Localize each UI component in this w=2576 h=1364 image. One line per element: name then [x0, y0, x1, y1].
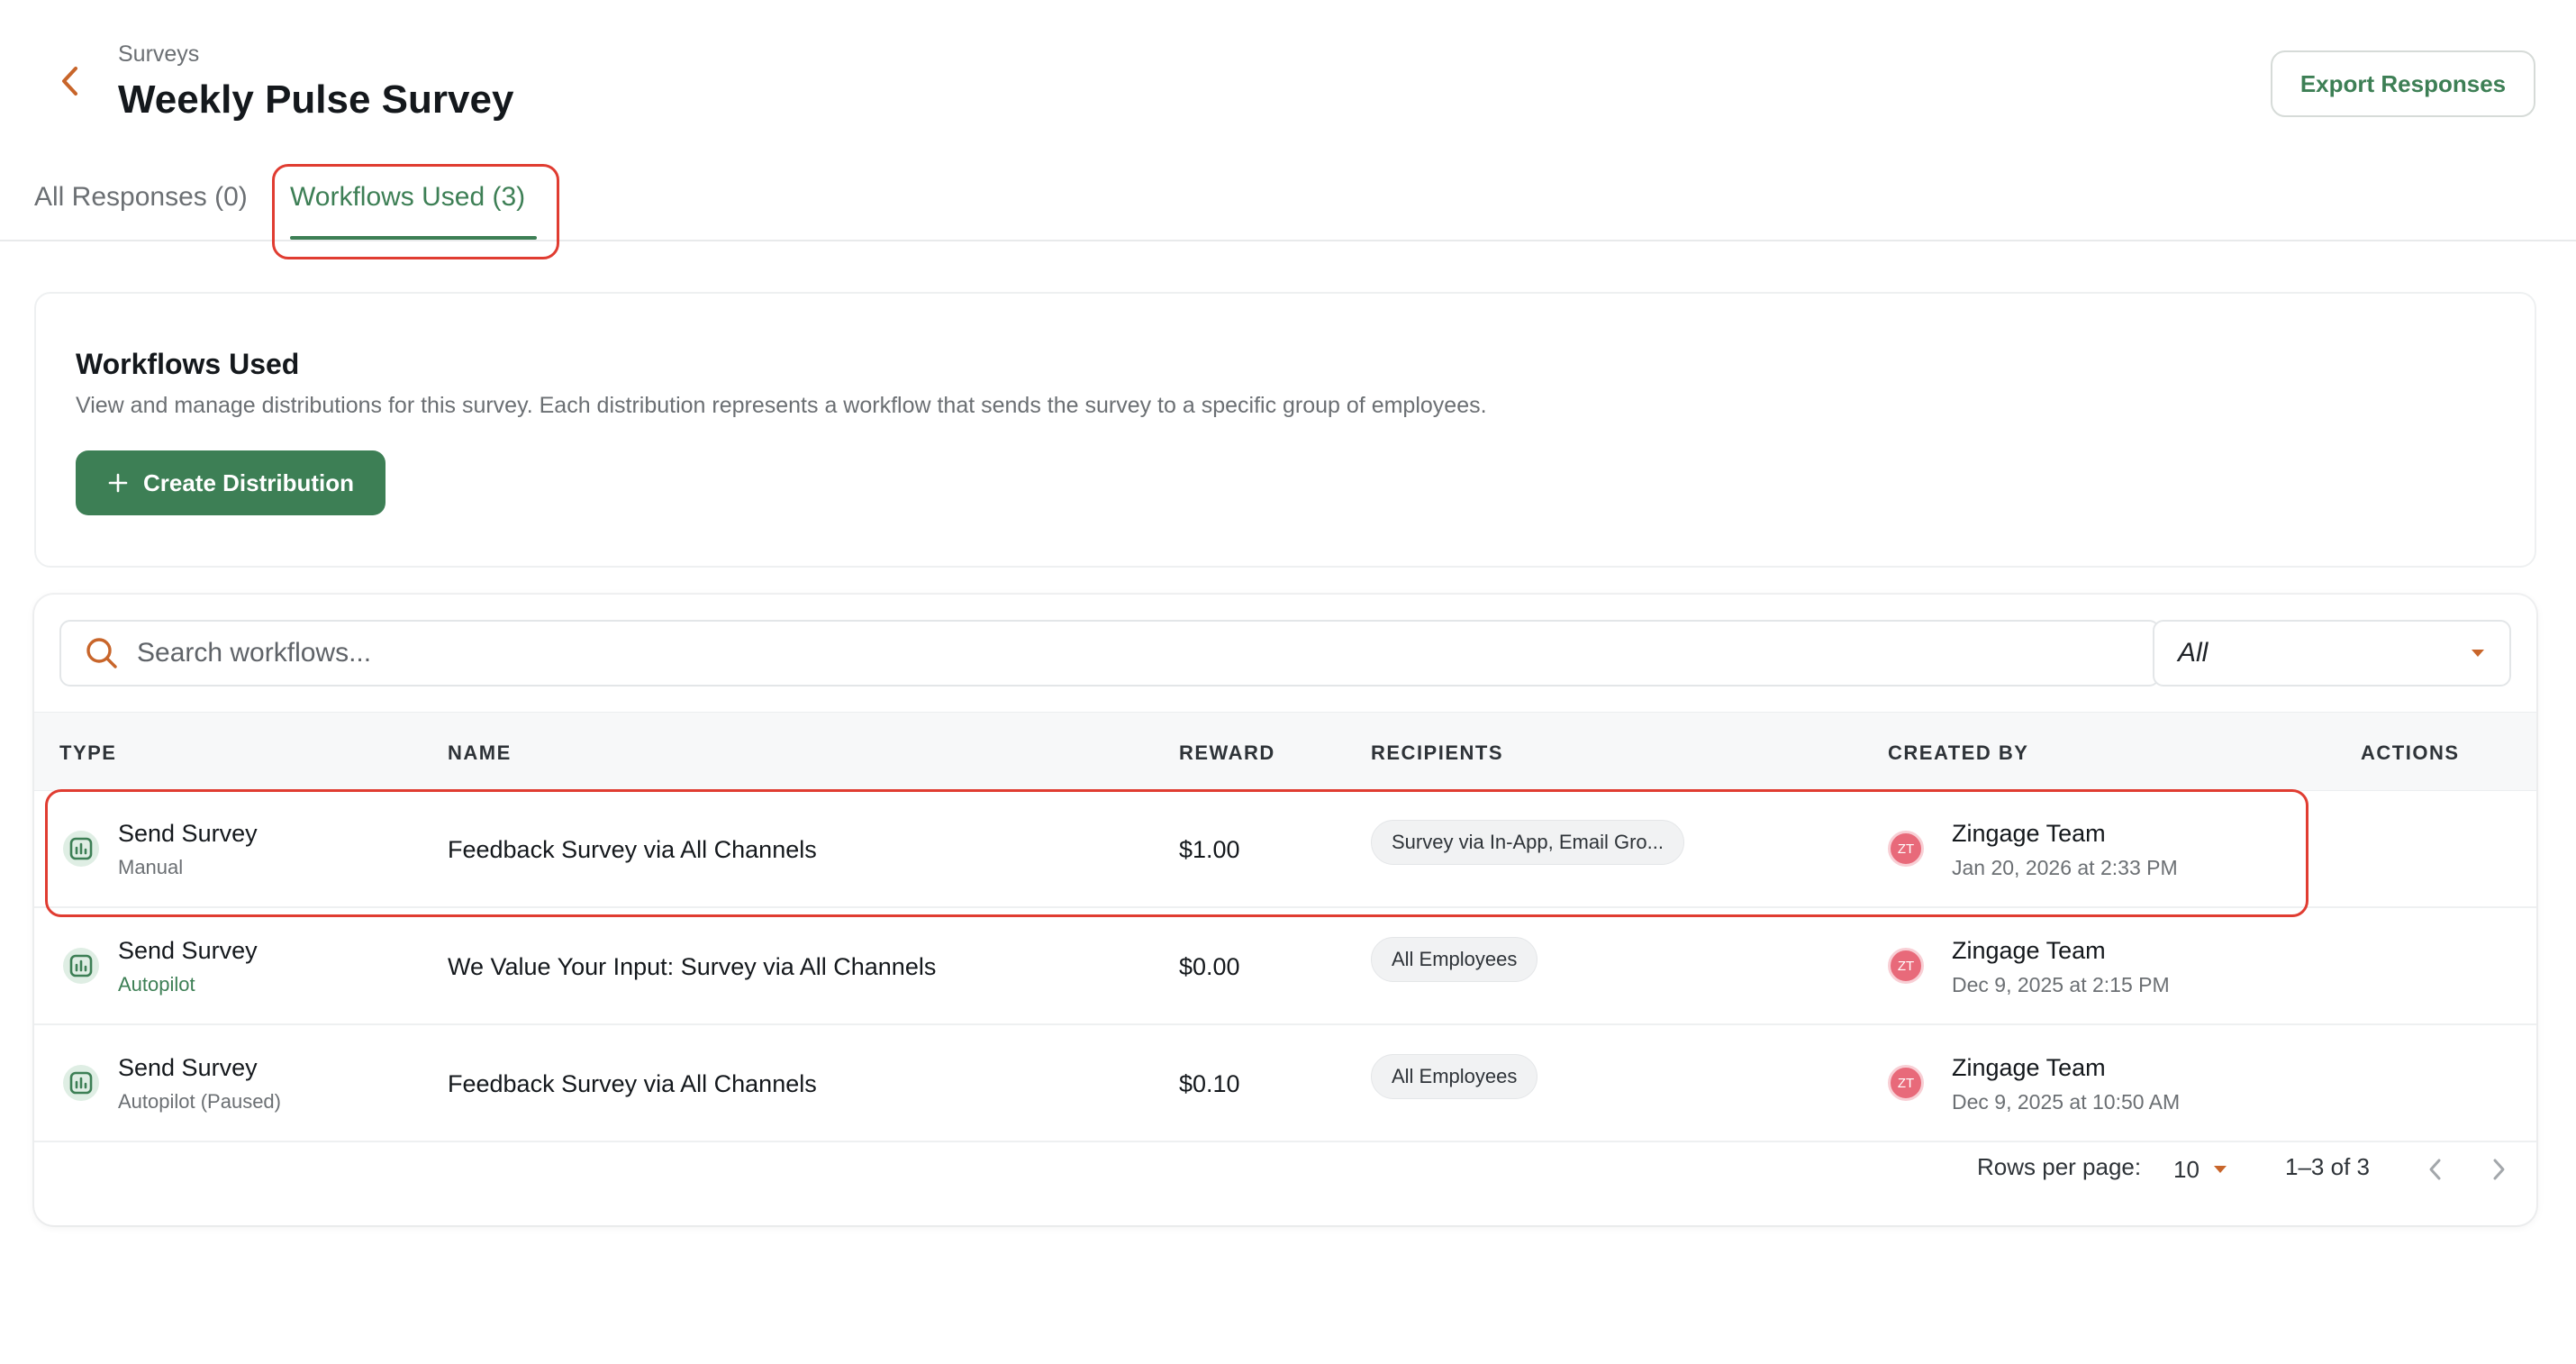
tab-workflows-used[interactable]: Workflows Used (3) [290, 182, 525, 213]
chart-icon [63, 831, 99, 867]
row-mode: Autopilot [118, 973, 195, 996]
recipients-chip: All Employees [1371, 1054, 1538, 1099]
create-distribution-label: Create Distribution [142, 468, 355, 496]
page-range: 1–3 of 3 [2285, 1153, 2370, 1180]
rows-per-page-value: 10 [2173, 1155, 2200, 1183]
page-header: Surveys Weekly Pulse Survey Export Respo… [0, 0, 2576, 162]
search-input[interactable] [137, 638, 2158, 668]
table-row[interactable]: Send Survey Manual Feedback Survey via A… [34, 791, 2536, 908]
card-title: Workflows Used [76, 348, 300, 380]
row-name[interactable]: Feedback Survey via All Channels [448, 836, 817, 864]
row-type: Send Survey [118, 937, 258, 964]
avatar: ZT [1888, 1065, 1924, 1101]
table-row[interactable]: Send Survey Autopilot (Paused) Feedback … [34, 1025, 2536, 1142]
page-title: Weekly Pulse Survey [118, 77, 514, 122]
row-type: Send Survey [118, 820, 258, 847]
row-reward: $0.10 [1179, 1070, 1240, 1097]
search-box[interactable] [59, 620, 2160, 687]
row-type: Send Survey [118, 1054, 258, 1081]
column-header-recipients[interactable]: RECIPIENTS [1371, 741, 1503, 765]
create-distribution-button[interactable]: Create Distribution [76, 450, 385, 515]
rows-per-page-label: Rows per page: [1977, 1153, 2142, 1180]
chevron-right-icon [2493, 1159, 2505, 1180]
next-page-button[interactable] [2479, 1150, 2518, 1189]
filter-select[interactable]: All [2153, 620, 2511, 687]
column-header-type[interactable]: TYPE [59, 741, 116, 765]
row-reward: $0.00 [1179, 953, 1240, 980]
recipients-chip: All Employees [1371, 937, 1538, 982]
export-responses-button[interactable]: Export Responses [2271, 50, 2535, 117]
filter-value: All [2178, 638, 2209, 668]
table-header: TYPE NAME REWARD RECIPIENTS CREATED BY A… [34, 712, 2536, 791]
chart-icon [63, 948, 99, 984]
plus-icon [108, 473, 128, 493]
card-description: View and manage distributions for this s… [76, 393, 1487, 418]
prev-page-button[interactable] [2416, 1150, 2455, 1189]
active-tab-indicator [290, 236, 537, 240]
row-created-date: Jan 20, 2026 at 2:33 PM [1952, 856, 2178, 879]
workflows-table-card: All TYPE NAME REWARD RECIPIENTS CREATED … [34, 595, 2536, 1225]
column-header-name[interactable]: NAME [448, 741, 512, 765]
avatar: ZT [1888, 948, 1924, 984]
row-creator: Zingage Team [1952, 1054, 2106, 1081]
recipients-chip: Survey via In-App, Email Gro... [1371, 820, 1684, 865]
row-mode: Autopilot (Paused) [118, 1090, 281, 1113]
pagination: Rows per page: 10 1–3 of 3 [34, 1142, 2536, 1196]
chevron-left-icon [2429, 1159, 2441, 1180]
row-name[interactable]: Feedback Survey via All Channels [448, 1070, 817, 1098]
row-created-date: Dec 9, 2025 at 10:50 AM [1952, 1090, 2181, 1114]
tab-bar: All Responses (0) Workflows Used (3) [0, 162, 2576, 241]
search-icon [86, 638, 117, 668]
row-reward: $1.00 [1179, 836, 1240, 863]
row-mode: Manual [118, 856, 184, 878]
back-button[interactable] [52, 63, 88, 99]
row-created-date: Dec 9, 2025 at 2:15 PM [1952, 973, 2170, 996]
chevron-left-icon [62, 67, 77, 95]
workflows-card: Workflows Used View and manage distribut… [34, 292, 2536, 568]
column-header-reward[interactable]: REWARD [1179, 741, 1275, 765]
rows-per-page-select[interactable]: 10 [2173, 1148, 2228, 1191]
avatar: ZT [1888, 831, 1924, 867]
chart-icon [63, 1065, 99, 1101]
row-name[interactable]: We Value Your Input: Survey via All Chan… [448, 953, 936, 981]
caret-down-icon [2472, 650, 2484, 657]
column-header-created-by[interactable]: CREATED BY [1888, 741, 2028, 765]
row-creator: Zingage Team [1952, 937, 2106, 964]
tab-all-responses[interactable]: All Responses (0) [34, 182, 248, 213]
table-row[interactable]: Send Survey Autopilot We Value Your Inpu… [34, 908, 2536, 1025]
caret-down-icon [2213, 1166, 2227, 1173]
column-header-actions: ACTIONS [2361, 741, 2460, 764]
breadcrumb[interactable]: Surveys [118, 41, 199, 68]
row-creator: Zingage Team [1952, 820, 2106, 847]
